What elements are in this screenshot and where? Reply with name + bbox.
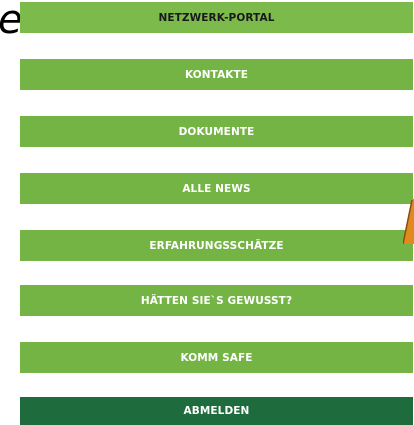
orange-arrow-shape bbox=[403, 198, 414, 244]
menu-item-alle-news[interactable]: ALLE NEWS bbox=[20, 173, 413, 204]
logout-button[interactable]: ABMELDEN bbox=[20, 397, 413, 425]
menu-item-erfahrungsschaetze[interactable]: ERFAHRUNGSSCHÄTZE bbox=[20, 230, 413, 261]
menu-item-netzwerk-portal[interactable]: NETZWERK-PORTAL bbox=[20, 2, 413, 33]
menu-item-komm-safe[interactable]: KOMM SAFE bbox=[20, 342, 413, 373]
menu-item-kontakte[interactable]: KONTAKTE bbox=[20, 59, 413, 90]
menu-item-dokumente[interactable]: DOKUMENTE bbox=[20, 116, 413, 147]
menu-item-haetten-sies-gewusst[interactable]: HÄTTEN SIE`S GEWUSST? bbox=[20, 285, 413, 316]
side-menu: NETZWERK-PORTAL KONTAKTE DOKUMENTE ALLE … bbox=[20, 0, 413, 425]
